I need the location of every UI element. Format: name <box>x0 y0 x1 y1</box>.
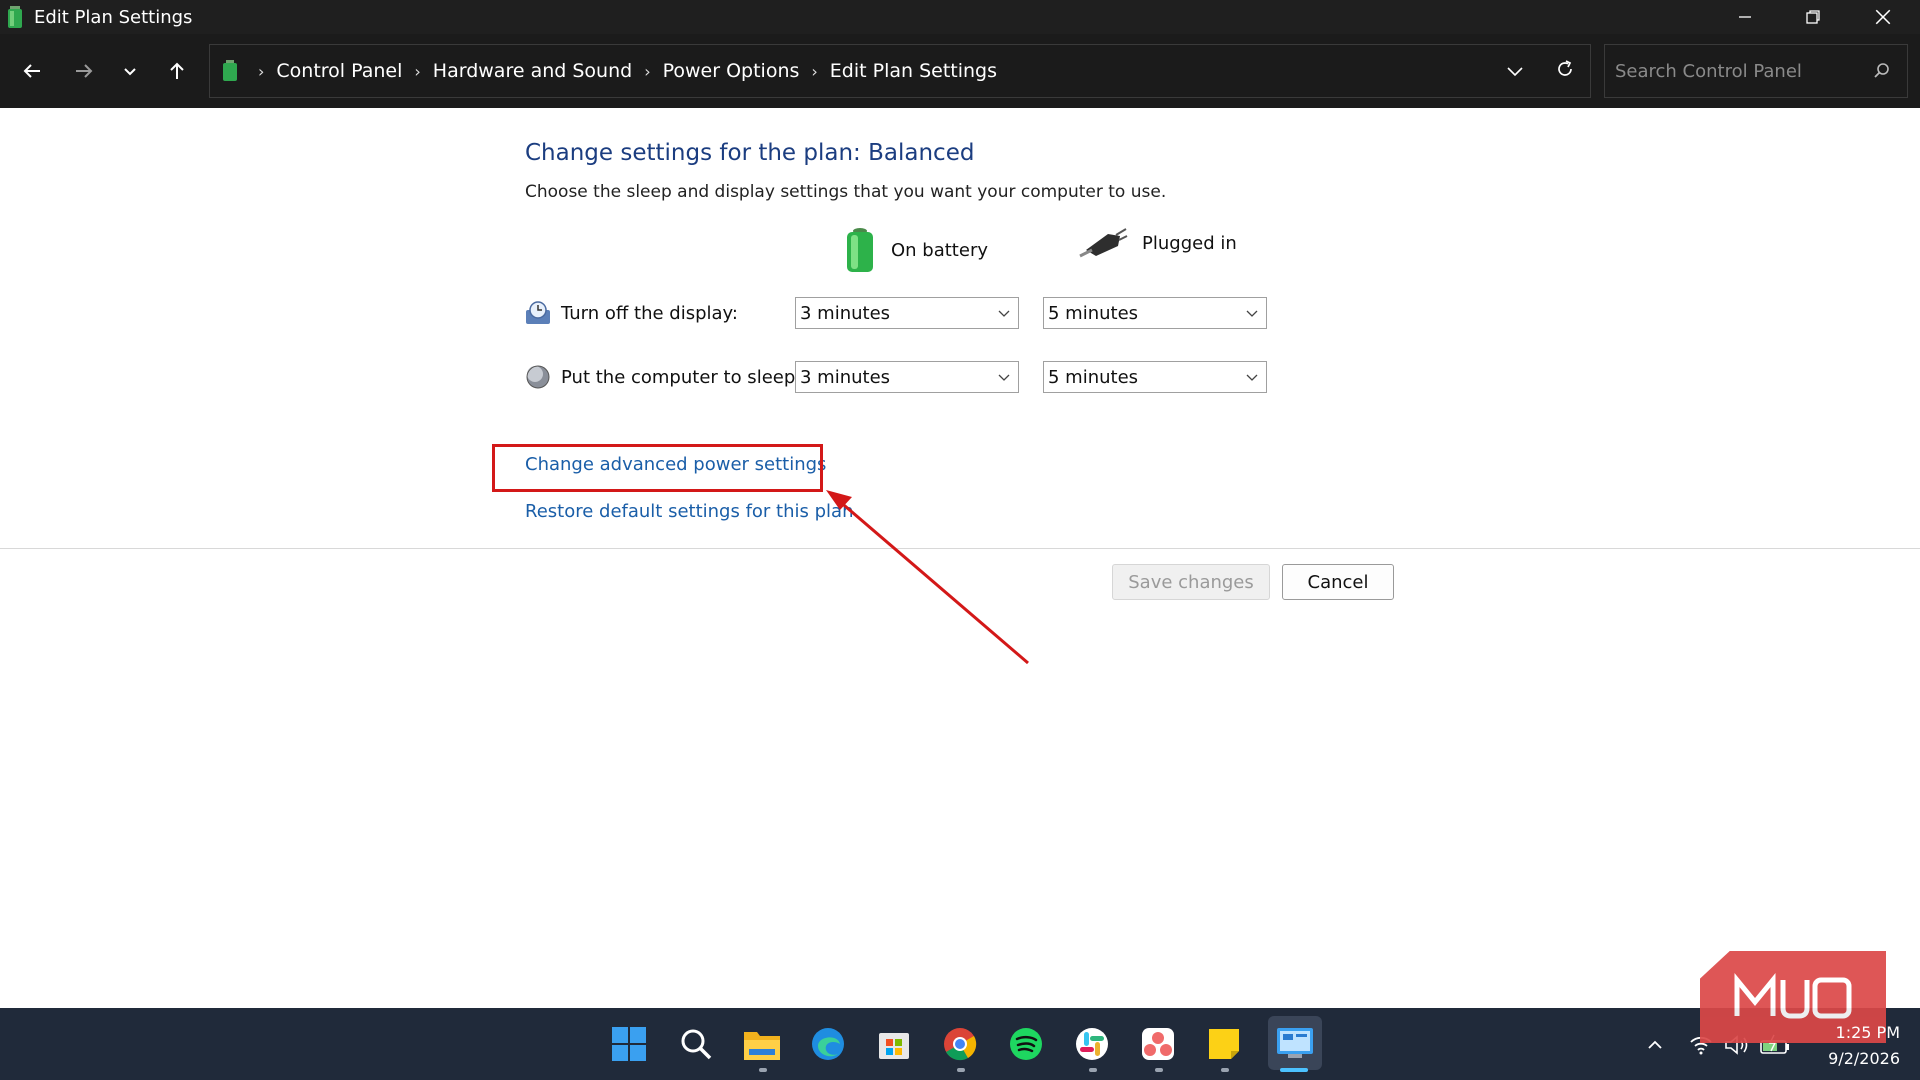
restore-icon <box>1806 10 1820 24</box>
control-panel-icon[interactable] <box>1268 1016 1322 1070</box>
power-plug-icon <box>1079 228 1128 258</box>
divider <box>0 548 1920 549</box>
sleep-label: Put the computer to sleep: <box>561 366 802 388</box>
page-subtitle: Choose the sleep and display settings th… <box>525 182 1167 202</box>
up-button[interactable] <box>157 54 197 88</box>
display-plugged-in-value: 5 minutes <box>1048 302 1139 324</box>
refresh-icon <box>1558 60 1572 76</box>
breadcrumb-edit-plan-settings[interactable]: Edit Plan Settings <box>830 60 997 82</box>
sleep-plugged-in-value: 5 minutes <box>1048 366 1139 388</box>
search-input[interactable] <box>1615 60 1865 82</box>
breadcrumb-separator-icon: › <box>414 61 421 81</box>
close-button[interactable] <box>1848 0 1918 34</box>
arrow-left-icon <box>23 64 40 78</box>
battery-location-icon <box>223 60 237 81</box>
running-indicator <box>1221 1068 1229 1072</box>
sleep-on-battery-value: 3 minutes <box>800 366 891 388</box>
chevron-down-icon <box>998 374 1010 381</box>
battery-app-icon <box>8 6 22 28</box>
column-plugged-in: Plugged in <box>1078 226 1237 260</box>
clock-date: 9/2/2026 <box>1828 1049 1900 1068</box>
page-title: Change settings for the plan: Balanced <box>525 140 975 166</box>
restore-default-settings-link[interactable]: Restore default settings for this plan <box>525 501 853 522</box>
refresh-button[interactable] <box>1550 54 1580 84</box>
file-explorer-icon[interactable] <box>740 1022 784 1066</box>
column-on-battery: On battery <box>843 226 988 274</box>
plan-settings-panel: Change settings for the plan: Balanced C… <box>0 108 1920 1008</box>
sleep-on-battery-select[interactable]: 3 minutes <box>795 361 1019 393</box>
chevron-down-icon <box>998 310 1010 317</box>
active-indicator <box>1280 1068 1308 1072</box>
display-on-battery-value: 3 minutes <box>800 302 891 324</box>
breadcrumb-power-options[interactable]: Power Options <box>663 60 800 82</box>
clock-time: 1:25 PM <box>1835 1023 1900 1042</box>
window-title: Edit Plan Settings <box>34 6 193 28</box>
start-icon[interactable] <box>607 1022 651 1066</box>
chevron-down-icon <box>1246 310 1258 317</box>
recent-locations-button[interactable] <box>110 54 150 88</box>
running-indicator <box>1155 1068 1163 1072</box>
search-icon[interactable] <box>674 1022 718 1066</box>
title-bar: Edit Plan Settings <box>0 0 1920 34</box>
restore-button[interactable] <box>1778 0 1848 34</box>
show-hidden-icons-button[interactable] <box>1640 1030 1670 1060</box>
minimize-button[interactable] <box>1710 0 1780 34</box>
chevron-down-icon <box>1246 374 1258 381</box>
breadcrumb: › Control Panel › Hardware and Sound › P… <box>209 44 1591 98</box>
slack-icon[interactable] <box>1070 1022 1114 1066</box>
chevron-up-icon <box>1648 1040 1662 1049</box>
arrow-up-icon <box>170 62 184 79</box>
asana-icon[interactable] <box>1136 1022 1180 1066</box>
forward-button[interactable] <box>64 54 104 88</box>
chrome-icon[interactable] <box>938 1022 982 1066</box>
running-indicator <box>957 1068 965 1072</box>
running-indicator <box>1089 1068 1097 1072</box>
display-clock-icon <box>526 301 550 324</box>
sleep-plugged-in-select[interactable]: 5 minutes <box>1043 361 1267 393</box>
breadcrumb-separator-icon: › <box>811 61 818 81</box>
back-button[interactable] <box>12 54 52 88</box>
clock[interactable]: 1:25 PM 9/2/2026 <box>1800 1020 1900 1072</box>
chevron-down-icon <box>124 68 136 76</box>
cancel-button[interactable]: Cancel <box>1282 564 1394 600</box>
spotify-icon[interactable] <box>1004 1022 1048 1066</box>
turn-off-display-label: Turn off the display: <box>561 302 738 324</box>
close-icon <box>1875 9 1891 25</box>
display-plugged-in-select[interactable]: 5 minutes <box>1043 297 1267 329</box>
arrow-right-icon <box>76 64 93 78</box>
breadcrumb-hardware-and-sound[interactable]: Hardware and Sound <box>433 60 632 82</box>
moon-sleep-icon <box>526 365 550 389</box>
muo-logo-icon <box>1734 972 1852 1019</box>
running-indicator <box>759 1068 767 1072</box>
column-label-plugged-in: Plugged in <box>1142 232 1237 254</box>
search-box <box>1604 44 1908 98</box>
column-label-on-battery: On battery <box>891 239 988 261</box>
breadcrumb-separator-icon: › <box>258 61 265 81</box>
store-icon[interactable] <box>872 1022 916 1066</box>
row-turn-off-display: Turn off the display: <box>525 300 738 326</box>
minimize-icon <box>1739 16 1751 18</box>
battery-icon <box>847 228 873 272</box>
chevron-down-icon <box>1507 67 1523 77</box>
search-icon[interactable] <box>1873 62 1891 80</box>
display-on-battery-select[interactable]: 3 minutes <box>795 297 1019 329</box>
save-changes-button[interactable]: Save changes <box>1112 564 1270 600</box>
address-history-button[interactable] <box>1500 56 1530 86</box>
edge-icon[interactable] <box>806 1022 850 1066</box>
row-sleep: Put the computer to sleep: <box>525 364 801 390</box>
annotation-highlight-box <box>492 444 823 492</box>
breadcrumb-control-panel[interactable]: Control Panel <box>276 60 402 82</box>
breadcrumb-separator-icon: › <box>644 61 651 81</box>
sticky-notes-icon[interactable] <box>1202 1022 1246 1066</box>
